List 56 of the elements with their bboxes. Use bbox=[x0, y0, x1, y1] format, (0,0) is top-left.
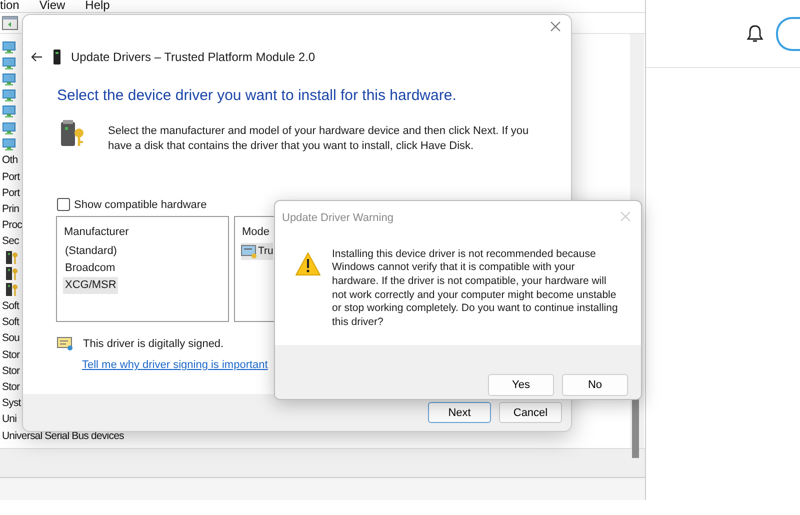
tree-item[interactable]: Stor bbox=[2, 364, 20, 377]
list-item[interactable]: (Standard) bbox=[63, 243, 119, 260]
tree-item[interactable]: Proc bbox=[2, 219, 22, 232]
menu-item[interactable]: Help bbox=[85, 0, 110, 12]
tree-item[interactable]: Port bbox=[2, 170, 20, 183]
tree-item[interactable]: Stor bbox=[2, 381, 20, 394]
monitor-icon[interactable] bbox=[2, 122, 16, 135]
dialog-button[interactable]: Cancel bbox=[499, 402, 562, 423]
certificate-icon bbox=[241, 244, 257, 258]
menu-item[interactable]: View bbox=[39, 0, 66, 12]
monitor-icon[interactable] bbox=[2, 72, 16, 86]
tree-item[interactable]: Prin bbox=[2, 202, 20, 215]
dialog-button[interactable]: No bbox=[562, 374, 628, 396]
avatar[interactable] bbox=[776, 16, 800, 50]
monitor-icon[interactable] bbox=[2, 138, 16, 151]
device-key-icon bbox=[60, 118, 86, 148]
dialog-button[interactable]: Yes bbox=[488, 374, 554, 396]
dialog-heading: Select the device driver you want to install for this hardware. bbox=[57, 87, 458, 104]
monitor-icon[interactable] bbox=[2, 56, 16, 70]
warning-icon bbox=[295, 252, 321, 276]
instructions-text: Select the manufacturer and model of your hardware device and then click Next. If you have a disk that contains the driver that you want to install, click Have Disk. bbox=[108, 124, 530, 154]
bell-icon[interactable] bbox=[746, 24, 764, 44]
tree-item[interactable]: Soft bbox=[2, 300, 20, 312]
tree-item[interactable]: Uni bbox=[2, 413, 17, 426]
signed-text: This driver is digitally signed. bbox=[83, 338, 224, 350]
key-icon[interactable] bbox=[5, 250, 19, 266]
tree-item[interactable]: Universal Serial Bus devices bbox=[2, 430, 124, 442]
monitor-icon[interactable] bbox=[2, 89, 16, 102]
back-arrow-icon[interactable] bbox=[31, 52, 43, 62]
column-header: Mode bbox=[241, 225, 271, 240]
warning-message: Installing this device driver is not recommended because Windows cannot verify that it is compatible with your hardware. If the driver is not compatible, your hardware will not work correctly and your computer might become unstable or stop working completely. Do you want to continue installing this driver? bbox=[332, 248, 619, 330]
key-icon[interactable] bbox=[5, 282, 19, 298]
tree-item[interactable]: Sec bbox=[2, 235, 19, 248]
tree-item[interactable]: Oth bbox=[2, 154, 18, 166]
device-icon bbox=[53, 49, 61, 65]
monitor-icon[interactable] bbox=[2, 40, 16, 54]
tree-item[interactable]: Stor bbox=[2, 348, 20, 361]
checkbox-label[interactable]: Show compatible hardware bbox=[74, 198, 207, 210]
tree-item[interactable]: Soft bbox=[2, 316, 20, 328]
dialog-title: Update Driver Warning bbox=[282, 212, 394, 224]
tree-item[interactable]: Port bbox=[2, 186, 20, 199]
certificate-icon bbox=[57, 337, 73, 351]
list-item[interactable]: Broadcom bbox=[63, 260, 118, 277]
dialog-title: Update Drivers – Trusted Platform Module 2.0 bbox=[71, 50, 316, 64]
dialog-button[interactable]: Next bbox=[428, 402, 491, 423]
tree-item[interactable]: Sou bbox=[2, 332, 20, 344]
tree-item[interactable]: Syst bbox=[2, 397, 21, 410]
list-item[interactable]: XCG/MSR bbox=[63, 277, 118, 294]
window-icon[interactable] bbox=[2, 16, 18, 30]
column-header: Manufacturer bbox=[63, 225, 130, 240]
signing-link[interactable]: Tell me why driver signing is important bbox=[82, 359, 268, 371]
list-item[interactable]: Tru bbox=[241, 243, 274, 260]
key-icon[interactable] bbox=[5, 266, 19, 282]
checkbox[interactable] bbox=[57, 198, 70, 211]
monitor-icon[interactable] bbox=[2, 105, 16, 118]
menu-item[interactable]: tion bbox=[0, 0, 20, 12]
